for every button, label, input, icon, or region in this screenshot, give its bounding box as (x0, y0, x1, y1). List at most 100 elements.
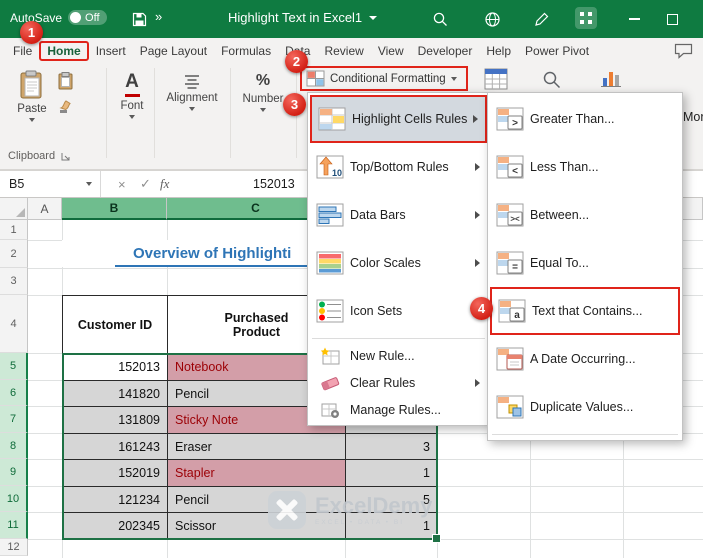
submenu-arrow-icon (475, 163, 480, 171)
cell-C10[interactable]: Pencil (167, 486, 346, 513)
row-header-12[interactable]: 12 (0, 539, 28, 556)
menu-item-manage-rules[interactable]: Manage Rules... (310, 396, 487, 423)
tab-view[interactable]: View (371, 41, 411, 61)
quick-access-more-icon[interactable]: » (155, 9, 162, 24)
formula-input[interactable]: 152013 (253, 171, 295, 197)
menu-item-new-rule[interactable]: New Rule... (310, 342, 487, 369)
alignment-icon (182, 74, 202, 89)
menu-item-highlight-cells-rules[interactable]: Highlight Cells Rules (310, 95, 487, 143)
column-header-b[interactable]: B (62, 198, 167, 220)
alignment-group-button[interactable]: Alignment (158, 74, 226, 111)
svg-text:>: > (512, 118, 518, 129)
ribbon-tab-bar: File Home Insert Page Layout Formulas Da… (0, 38, 703, 64)
name-box[interactable]: B5 (0, 171, 101, 197)
save-icon[interactable] (127, 9, 151, 29)
row-header-5[interactable]: 5 (0, 353, 28, 380)
cell-D9[interactable]: 1 (345, 459, 438, 487)
cell-B8[interactable]: 161243 (62, 433, 168, 460)
cell-D10[interactable]: 5 (345, 486, 438, 513)
menu-item-color-scales[interactable]: Color Scales (310, 239, 487, 287)
cell-B6[interactable]: 141820 (62, 380, 168, 407)
cell-B5-active[interactable]: 152013 (62, 353, 168, 381)
submenu-item-between[interactable]: >< Between... (490, 191, 680, 239)
tab-formulas[interactable]: Formulas (214, 41, 278, 61)
cell-B10[interactable]: 121234 (62, 486, 168, 513)
window-title[interactable]: Highlight Text in Excel1 (228, 10, 377, 25)
cancel-icon[interactable]: × (118, 171, 126, 197)
tab-file[interactable]: File (6, 41, 39, 61)
fill-handle[interactable] (432, 534, 441, 543)
pen-icon[interactable] (530, 9, 554, 29)
submenu-item-equal-to[interactable]: = Equal To... (490, 239, 680, 287)
select-all-corner[interactable] (0, 198, 28, 220)
cell-C9[interactable]: Stapler (167, 459, 346, 487)
tab-power-pivot[interactable]: Power Pivot (518, 41, 596, 61)
search-icon[interactable] (428, 9, 452, 29)
window-title-text: Highlight Text in Excel1 (228, 10, 362, 25)
column-header-a[interactable]: A (28, 198, 62, 220)
minimize-icon[interactable] (622, 9, 646, 29)
enter-icon[interactable]: ✓ (140, 171, 151, 197)
row-header-9[interactable]: 9 (0, 459, 28, 486)
cell-D11[interactable]: 1 (345, 512, 438, 540)
font-group-button[interactable]: A Font (112, 72, 152, 119)
paste-special-icon[interactable] (58, 72, 74, 95)
menu-item-icon-sets[interactable]: Icon Sets (310, 287, 487, 335)
submenu-item-label: Equal To... (530, 256, 680, 270)
menu-separator (312, 338, 485, 339)
cell-B11[interactable]: 202345 (62, 512, 168, 540)
row-header-4[interactable]: 4 (0, 295, 28, 353)
row-header-3[interactable]: 3 (0, 268, 28, 295)
cell-B9[interactable]: 152019 (62, 459, 168, 487)
format-as-table-icon[interactable] (484, 68, 508, 95)
row-header-6[interactable]: 6 (0, 380, 28, 406)
font-group-label: Font (120, 100, 143, 112)
conditional-formatting-button[interactable]: Conditional Formatting (300, 66, 468, 91)
paste-button[interactable]: Paste (10, 70, 54, 122)
cell-C11[interactable]: Scissor (167, 512, 346, 540)
restore-icon[interactable] (660, 9, 684, 29)
tab-page-layout[interactable]: Page Layout (133, 41, 214, 61)
row-header-10[interactable]: 10 (0, 486, 28, 512)
menu-item-data-bars[interactable]: Data Bars (310, 191, 487, 239)
row-header-8[interactable]: 8 (0, 433, 28, 459)
menu-item-top-bottom-rules[interactable]: 10 Top/Bottom Rules (310, 143, 487, 191)
format-painter-icon[interactable] (58, 98, 74, 119)
chart-icon[interactable] (600, 68, 622, 93)
data-bars-icon (310, 203, 350, 227)
clipboard-group-label: Clipboard (8, 150, 100, 162)
header-cell-customer-id[interactable]: Customer ID (62, 295, 168, 354)
autosave-toggle[interactable]: Off (68, 10, 106, 25)
highlight-cells-rules-icon (312, 107, 352, 131)
row-header-2[interactable]: 2 (0, 240, 28, 268)
row-header-11[interactable]: 11 (0, 512, 28, 539)
tab-home[interactable]: Home (39, 41, 88, 61)
insert-function-icon[interactable]: fx (160, 171, 169, 197)
dialog-launcher-icon[interactable] (61, 152, 70, 161)
tab-review[interactable]: Review (317, 41, 370, 61)
svg-text:a: a (514, 310, 520, 321)
tab-developer[interactable]: Developer (411, 41, 480, 61)
addin-grid-icon[interactable] (574, 8, 598, 28)
submenu-item-text-that-contains[interactable]: a Text that Contains... (490, 287, 680, 335)
excel-window: AutoSave Off » Highlight Text in Excel1 (0, 0, 703, 558)
row-header-1[interactable]: 1 (0, 220, 28, 240)
cell-C8[interactable]: Eraser (167, 433, 346, 460)
submenu-item-more-rules[interactable]: More Rules... (643, 102, 703, 132)
globe-icon[interactable] (480, 9, 504, 29)
row-header-7[interactable]: 7 (0, 406, 28, 433)
submenu-arrow-icon (475, 211, 480, 219)
menu-item-clear-rules[interactable]: Clear Rules (310, 369, 487, 396)
cell-B7[interactable]: 131809 (62, 406, 168, 434)
comments-icon[interactable] (674, 43, 693, 64)
submenu-item-less-than[interactable]: < Less Than... (490, 143, 680, 191)
submenu-item-a-date-occurring[interactable]: A Date Occurring... (490, 335, 680, 383)
svg-text:<: < (512, 166, 518, 177)
submenu-item-duplicate-values[interactable]: Duplicate Values... (490, 383, 680, 431)
tab-insert[interactable]: Insert (89, 41, 133, 61)
font-caret-icon (129, 115, 135, 119)
tab-help[interactable]: Help (479, 41, 518, 61)
cell-D8[interactable]: 3 (345, 433, 438, 460)
submenu-arrow-icon (475, 259, 480, 267)
manage-rules-icon (310, 401, 350, 419)
